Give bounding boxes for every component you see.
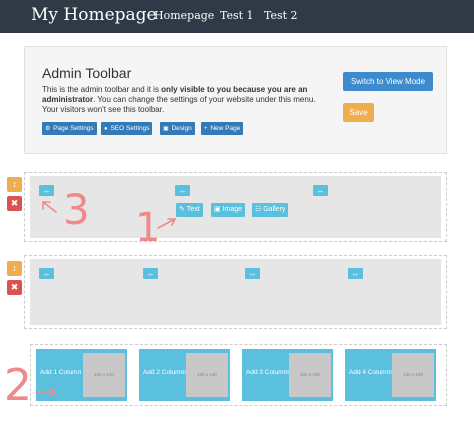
annotation-arrow-3 [42, 201, 57, 213]
annotation-arrows [35, 201, 177, 397]
